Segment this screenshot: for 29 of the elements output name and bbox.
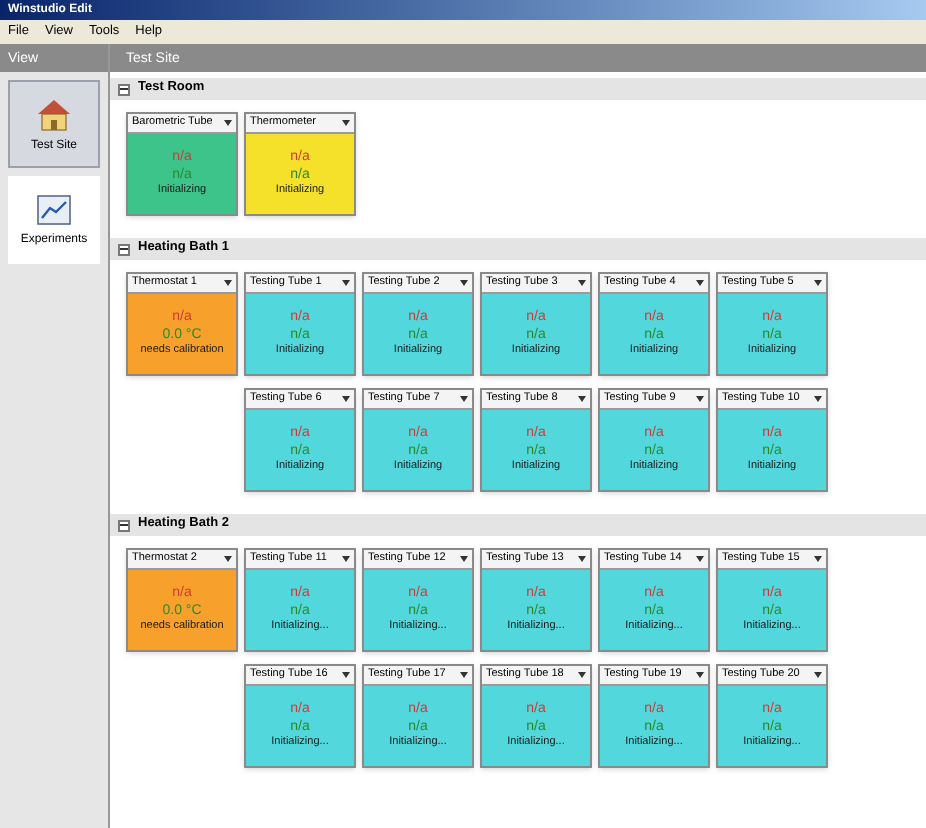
collapse-icon[interactable] [118,519,130,531]
caret-icon [342,396,350,402]
caret-icon [578,396,586,402]
caret-icon [814,280,822,286]
caret-icon [224,120,232,126]
caret-icon [814,396,822,402]
caret-icon [460,396,468,402]
caret-icon [460,280,468,286]
caret-icon [696,672,704,678]
caret-icon [460,672,468,678]
caret-icon [224,280,232,286]
caret-icon [342,280,350,286]
caret-icon [224,556,232,562]
caret-icon [578,556,586,562]
caret-icon [342,556,350,562]
caret-icon [342,672,350,678]
caret-icon [814,672,822,678]
caret-icon [578,280,586,286]
caret-icon [342,120,350,126]
collapse-icon[interactable] [118,83,130,95]
caret-icon [696,280,704,286]
caret-icon [696,396,704,402]
house-icon [34,96,74,132]
caret-icon [696,556,704,562]
caret-icon [578,672,586,678]
chart-icon [36,194,72,226]
caret-icon [814,556,822,562]
collapse-icon[interactable] [118,243,130,255]
caret-icon [460,556,468,562]
